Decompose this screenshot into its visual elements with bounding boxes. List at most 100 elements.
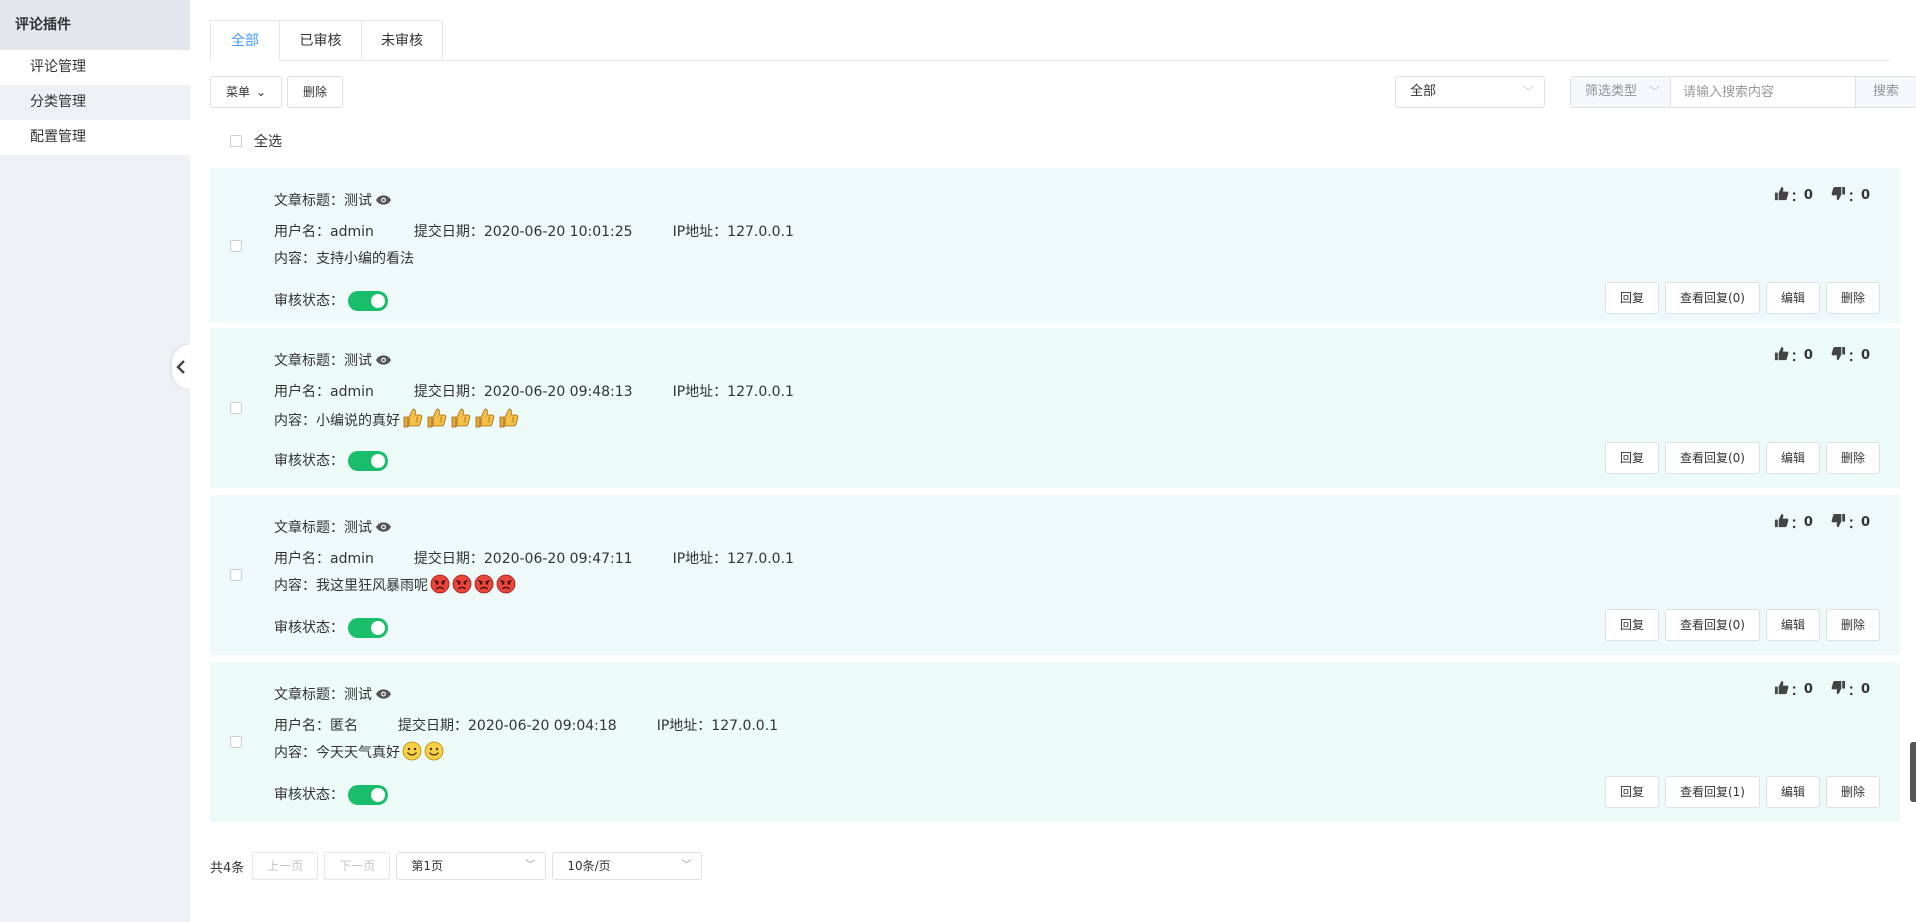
dislikes-separator: ：	[1847, 517, 1861, 532]
article-title: 测试	[344, 687, 372, 703]
edit-button[interactable]: 编辑	[1765, 776, 1820, 808]
approval-toggle[interactable]	[348, 618, 388, 638]
username-label: 用户名：	[274, 551, 330, 567]
comment-content-row: 内容：小编说的真好	[274, 407, 520, 437]
comment-content-row: 内容：我这里狂风暴雨呢	[274, 574, 516, 602]
reply-button[interactable]: 回复	[1604, 609, 1659, 641]
view-replies-button[interactable]: 查看回复(1)	[1664, 776, 1760, 808]
vote-counts: ： 0： 0	[1774, 346, 1870, 365]
approval-toggle[interactable]	[348, 451, 388, 471]
delete-button[interactable]: 删除	[287, 76, 343, 108]
comment-content-row: 内容：今天天气真好	[274, 741, 444, 769]
delete-comment-button[interactable]: 删除	[1825, 282, 1880, 314]
toolbar: 菜单 ⌄ 删除 全部 ﹀ 筛选类型 ﹀ 搜索	[210, 76, 1916, 108]
page-select[interactable]: 第1页 ﹀	[396, 852, 547, 880]
view-replies-button[interactable]: 查看回复(0)	[1664, 442, 1760, 474]
dislikes-separator: ：	[1847, 684, 1861, 699]
vote-counts: ： 0： 0	[1774, 186, 1870, 205]
vote-counts: ： 0： 0	[1774, 513, 1870, 532]
tab-unapproved[interactable]: 未审核	[361, 20, 443, 60]
username-label: 用户名：	[274, 224, 330, 240]
next-page-button[interactable]: 下一页	[324, 852, 391, 880]
sidebar-item-config-management[interactable]: 配置管理	[0, 120, 190, 155]
select-all[interactable]: 全选	[230, 131, 282, 151]
edit-button[interactable]: 编辑	[1765, 282, 1820, 314]
reply-button[interactable]: 回复	[1604, 442, 1659, 474]
eye-icon[interactable]	[376, 687, 391, 703]
thumbs-up-icon[interactable]	[1774, 680, 1791, 699]
comment-content: 小编说的真好	[316, 413, 400, 429]
submit-date: 2020-06-20 09:48:13	[483, 384, 633, 400]
content-label: 内容：	[274, 578, 316, 594]
thumbs-up-icon[interactable]	[1774, 186, 1791, 205]
dislikes-count: 0	[1860, 188, 1870, 203]
thumbs-up-emoji	[450, 407, 472, 437]
tab-approved[interactable]: 已审核	[279, 20, 362, 60]
delete-comment-button[interactable]: 删除	[1825, 442, 1880, 474]
status-row: 审核状态：	[274, 784, 388, 805]
angry-face-emoji	[430, 574, 450, 602]
comment-checkbox[interactable]	[230, 736, 242, 748]
chevron-left-icon	[176, 360, 185, 374]
likes-count: 0	[1803, 515, 1813, 530]
select-all-checkbox[interactable]	[230, 135, 242, 147]
vote-counts: ： 0： 0	[1774, 680, 1870, 699]
reply-count: (0)	[1727, 451, 1745, 465]
thumbs-up-icon[interactable]	[1774, 513, 1791, 532]
comment-card: 文章标题：测试 ： 0： 0 用户名：匿名 提交日期：2020-06-20 09:04:1…	[210, 662, 1900, 822]
thumbs-down-icon[interactable]	[1831, 186, 1848, 205]
sidebar-item-category-management[interactable]: 分类管理	[0, 85, 190, 120]
search-button[interactable]: 搜索	[1855, 77, 1916, 107]
reply-button[interactable]: 回复	[1604, 282, 1659, 314]
sidebar-item-comment-management[interactable]: 评论管理	[0, 50, 190, 85]
edit-button[interactable]: 编辑	[1765, 442, 1820, 474]
content-label: 内容：	[274, 413, 316, 429]
eye-icon[interactable]	[376, 520, 391, 536]
article-title: 测试	[344, 193, 372, 209]
page-size-select-value: 10条/页	[567, 859, 611, 873]
dislikes-count: 0	[1860, 515, 1870, 530]
delete-comment-button[interactable]: 删除	[1825, 776, 1880, 808]
approval-toggle[interactable]	[348, 785, 388, 805]
thumbs-down-icon[interactable]	[1831, 513, 1848, 532]
chevron-down-icon: ﹀	[525, 860, 536, 871]
eye-icon[interactable]	[376, 193, 391, 209]
thumbs-up-emoji	[498, 407, 520, 437]
search-input[interactable]	[1671, 77, 1855, 107]
reply-button[interactable]: 回复	[1604, 776, 1659, 808]
comment-meta-row: 用户名：admin 提交日期：2020-06-20 09:48:13 IP地址：12…	[274, 381, 794, 401]
view-replies-button[interactable]: 查看回复(0)	[1664, 282, 1760, 314]
approval-toggle[interactable]	[348, 291, 388, 311]
comment-actions: 回复 查看回复(0) 编辑 删除	[1599, 282, 1880, 314]
reply-count: (0)	[1727, 291, 1745, 305]
thumbs-up-icon[interactable]	[1774, 346, 1791, 365]
edit-button[interactable]: 编辑	[1765, 609, 1820, 641]
view-replies-label: 查看回复	[1679, 618, 1728, 632]
username: admin	[330, 224, 374, 240]
article-title-row: 文章标题：测试	[274, 684, 391, 704]
reply-count: (1)	[1727, 785, 1745, 799]
status-label: 审核状态：	[274, 620, 344, 636]
page-size-select[interactable]: 10条/页 ﹀	[552, 852, 703, 880]
view-replies-button[interactable]: 查看回复(0)	[1664, 609, 1760, 641]
submit-date: 2020-06-20 10:01:25	[483, 224, 633, 240]
category-select[interactable]: 全部 ﹀	[1395, 76, 1545, 108]
delete-comment-button[interactable]: 删除	[1825, 609, 1880, 641]
tab-all[interactable]: 全部	[210, 20, 280, 61]
menu-dropdown-button[interactable]: 菜单 ⌄	[210, 76, 282, 108]
side-panel-handle[interactable]	[1910, 742, 1916, 802]
likes-separator: ：	[1790, 350, 1804, 365]
comment-checkbox[interactable]	[230, 569, 242, 581]
prev-page-button[interactable]: 上一页	[252, 852, 319, 880]
eye-icon[interactable]	[376, 353, 391, 369]
thumbs-down-icon[interactable]	[1831, 346, 1848, 365]
comment-checkbox[interactable]	[230, 240, 242, 252]
comment-checkbox[interactable]	[230, 402, 242, 414]
comment-meta-row: 用户名：匿名 提交日期：2020-06-20 09:04:18 IP地址：127.0…	[274, 715, 778, 735]
status-row: 审核状态：	[274, 290, 388, 311]
thumbs-down-icon[interactable]	[1831, 680, 1848, 699]
page-select-value: 第1页	[411, 859, 443, 873]
comment-content-row: 内容：支持小编的看法	[274, 247, 414, 271]
comment-actions: 回复 查看回复(0) 编辑 删除	[1599, 442, 1880, 474]
filter-type-select[interactable]: 筛选类型 ﹀	[1571, 77, 1671, 107]
